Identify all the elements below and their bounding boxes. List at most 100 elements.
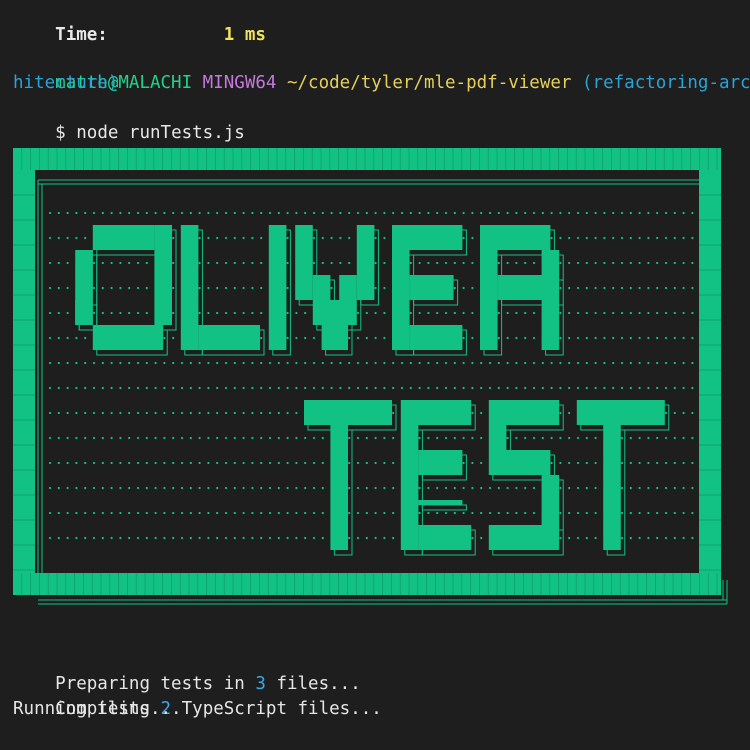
dot <box>154 436 157 440</box>
dot <box>57 486 60 490</box>
dot <box>568 211 571 215</box>
dot <box>629 486 632 490</box>
dot <box>172 411 175 415</box>
dot <box>383 311 386 315</box>
dot <box>383 361 386 365</box>
dot <box>286 336 289 340</box>
dot <box>392 486 395 490</box>
dot <box>356 361 360 365</box>
dot <box>682 536 685 540</box>
dot <box>207 361 210 365</box>
dot <box>374 336 377 340</box>
dot <box>664 286 668 290</box>
letter-block <box>330 425 348 550</box>
time-label: Time: <box>55 25 108 45</box>
dot <box>612 386 615 390</box>
dot <box>119 486 122 490</box>
dot <box>427 211 430 215</box>
dot <box>145 486 148 490</box>
dot <box>638 536 641 540</box>
output-preparing: Preparing tests in 3 files... <box>55 674 361 694</box>
dot <box>57 411 60 415</box>
dot <box>629 511 632 515</box>
dot <box>691 411 694 415</box>
dot <box>673 211 676 215</box>
dot <box>207 536 210 540</box>
dot <box>612 236 615 240</box>
dot <box>444 511 448 515</box>
dot <box>233 386 236 390</box>
letter-block <box>409 275 454 300</box>
dot <box>251 486 254 490</box>
dot <box>180 511 184 515</box>
dot <box>673 436 676 440</box>
dot <box>119 536 122 540</box>
dot <box>365 436 368 440</box>
dot <box>497 261 500 265</box>
dot <box>260 336 263 340</box>
dot <box>682 436 685 440</box>
dot <box>664 436 668 440</box>
dot <box>198 236 201 240</box>
dot <box>216 286 219 290</box>
dot <box>594 336 597 340</box>
dot <box>260 461 263 465</box>
dot <box>664 386 668 390</box>
dot <box>576 436 580 440</box>
dot <box>365 511 368 515</box>
top-border-bar <box>13 148 721 170</box>
dot <box>436 486 439 490</box>
dot <box>603 386 606 390</box>
letter-block <box>541 300 560 350</box>
dot <box>119 436 122 440</box>
output-running: Running tests... <box>13 699 182 719</box>
dot <box>198 461 201 465</box>
dot <box>576 486 580 490</box>
letter-block <box>480 225 551 250</box>
dot <box>136 511 140 515</box>
dot <box>207 461 210 465</box>
dot <box>163 436 166 440</box>
dot <box>576 261 580 265</box>
dot <box>524 486 527 490</box>
dot <box>444 261 448 265</box>
dot <box>392 461 395 465</box>
dot <box>224 361 228 365</box>
dot <box>462 486 465 490</box>
dot <box>594 436 597 440</box>
dot <box>92 261 96 265</box>
dot <box>286 511 289 515</box>
dot <box>348 211 351 215</box>
dot <box>110 411 113 415</box>
dot <box>348 486 351 490</box>
dot <box>172 461 175 465</box>
dot <box>436 311 439 315</box>
dot <box>268 511 272 515</box>
dot <box>568 411 571 415</box>
dot <box>251 411 254 415</box>
dot <box>207 411 210 415</box>
dot <box>339 386 342 390</box>
dot <box>576 236 580 240</box>
dot <box>224 261 228 265</box>
dot <box>66 286 69 290</box>
dot <box>664 311 668 315</box>
dot <box>75 486 78 490</box>
dot <box>198 411 201 415</box>
dot <box>57 386 60 390</box>
dot <box>620 386 624 390</box>
dot <box>462 511 465 515</box>
dot <box>66 386 69 390</box>
dot <box>532 486 536 490</box>
dot <box>207 386 210 390</box>
dot <box>136 461 140 465</box>
dot <box>488 486 492 490</box>
dot <box>75 361 78 365</box>
dot <box>136 536 140 540</box>
dot <box>268 411 272 415</box>
dot <box>638 511 641 515</box>
dot <box>57 436 60 440</box>
dot <box>365 311 368 315</box>
dot <box>75 236 78 240</box>
dot <box>295 211 298 215</box>
